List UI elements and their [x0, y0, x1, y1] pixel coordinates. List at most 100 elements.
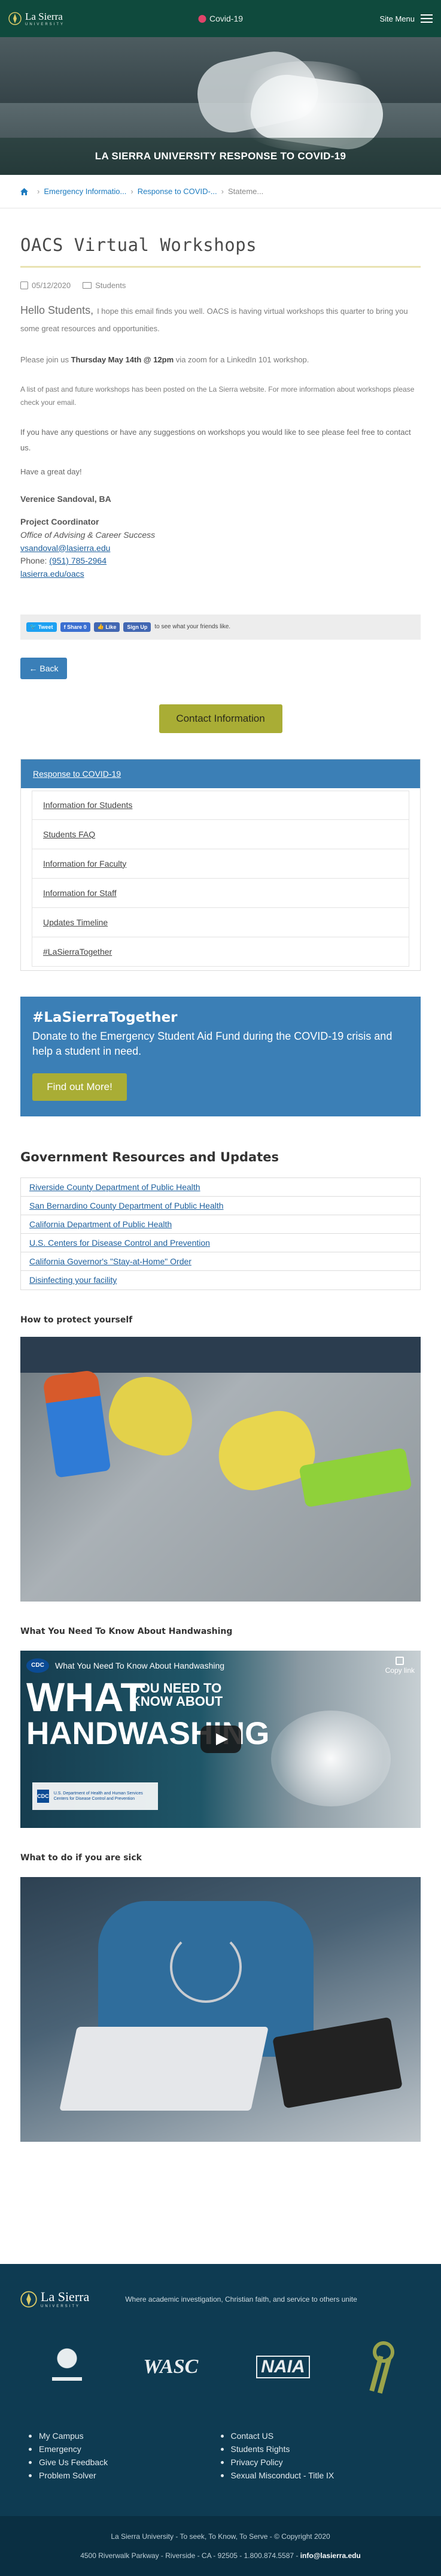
green-cloth: [299, 1447, 412, 1508]
back-button[interactable]: ← Back: [20, 657, 67, 679]
footer-logo-row: La Sierra UNIVERSITY Where academic inve…: [0, 2264, 441, 2308]
footer-links: My Campus Emergency Give Us Feedback Proble…: [0, 2429, 441, 2482]
tweet-button[interactable]: 🐦 Tweet: [26, 622, 57, 632]
post-date: 05/12/2020: [32, 281, 71, 290]
video-top-bar: CDC What You Need To Know About Handwash…: [26, 1656, 415, 1675]
contact-wrapper: Contact Information: [20, 704, 421, 733]
resources-list: Riverside County Department of Public He…: [20, 1177, 421, 1290]
copy-link-button[interactable]: Copy link: [385, 1656, 415, 1675]
laptop: [59, 2026, 269, 2111]
virus-icon: [197, 14, 206, 23]
side-nav-item[interactable]: #LaSierraTogether: [32, 937, 409, 967]
copyright: La Sierra University - To seek, To Know,…: [111, 2532, 330, 2541]
find-out-more-button[interactable]: Find out More!: [32, 1073, 127, 1101]
hamburger-icon: [421, 12, 433, 25]
footer-logo-sub: UNIVERSITY: [41, 2305, 81, 2308]
spray-bottle: [42, 1369, 111, 1478]
breadcrumb-separator: ›: [221, 187, 224, 196]
post-meta: 05/12/2020 Students: [20, 281, 421, 290]
video-title[interactable]: What You Need To Know About Handwashing: [55, 1661, 224, 1670]
resource-link[interactable]: Riverside County Department of Public He…: [21, 1178, 420, 1197]
side-nav-item[interactable]: Students FAQ: [32, 819, 409, 849]
resource-link[interactable]: Disinfecting your facility: [21, 1271, 420, 1289]
covid-label: Covid-19: [209, 14, 244, 23]
copy-icon: [396, 1656, 404, 1665]
site-footer: La Sierra UNIVERSITY Where academic inve…: [0, 2264, 441, 2576]
facebook-text: to see what your friends like.: [154, 623, 231, 631]
signer-role: Project Coordinator: [20, 517, 99, 527]
footer-link[interactable]: Privacy Policy: [221, 2456, 413, 2469]
home-icon[interactable]: [20, 187, 28, 195]
footer-links-right: Contact US Students Rights Privacy Policy S…: [221, 2429, 413, 2482]
wasc-logo: WASC: [143, 2356, 199, 2378]
logo-flame-icon: [20, 2291, 37, 2308]
top-bar: La Sierra UNIVERSITY Covid-19 Site Menu: [0, 0, 441, 37]
adventist-logo-icon: [49, 2345, 86, 2389]
covid-link[interactable]: Covid-19: [197, 14, 244, 23]
stethoscope: [170, 1930, 242, 2003]
logo-name: La Sierra: [25, 10, 63, 22]
footer-link[interactable]: Give Us Feedback: [29, 2456, 221, 2469]
sick-title: What to do if you are sick: [20, 1852, 142, 1863]
page-title: OACS Virtual Workshops: [20, 235, 257, 255]
resource-link[interactable]: U.S. Centers for Disease Control and Pre…: [21, 1234, 420, 1252]
breadcrumb-emergency[interactable]: Emergency Informatio...: [44, 187, 126, 196]
footer-link[interactable]: Emergency: [29, 2442, 221, 2456]
main-content: OACS Virtual Workshops 05/12/2020 Studen…: [0, 235, 441, 2142]
breadcrumb-response[interactable]: Response to COVID-...: [138, 187, 217, 196]
footer-link[interactable]: Sexual Misconduct - Title IX: [221, 2469, 413, 2482]
footer-link[interactable]: My Campus: [29, 2429, 221, 2442]
like-label: Like: [105, 623, 117, 630]
cdc-logo-icon: CDC: [37, 1789, 49, 1803]
signer-name: Verenice Sandoval, BA: [20, 494, 111, 504]
handwashing-video[interactable]: CDC What You Need To Know About Handwash…: [20, 1650, 421, 1828]
tweet-label: Tweet: [38, 623, 53, 630]
logo-sub: UNIVERSITY: [25, 22, 65, 26]
side-nav-item[interactable]: Information for Faculty: [32, 849, 409, 879]
side-nav-item[interactable]: Information for Staff: [32, 878, 409, 908]
phone-label: Phone:: [20, 556, 50, 566]
footer-address-row: 4500 Riverwalk Parkway - Riverside - CA …: [80, 2551, 361, 2560]
covid-side-nav: Response to COVID-19 Information for Stu…: [20, 758, 421, 971]
footer-email-link[interactable]: info@lasierra.edu: [300, 2551, 361, 2560]
footer-link[interactable]: Contact US: [221, 2429, 413, 2442]
footer-logo[interactable]: La Sierra UNIVERSITY: [20, 2290, 89, 2308]
footer-link[interactable]: Problem Solver: [29, 2469, 221, 2482]
title-divider: [20, 266, 421, 268]
join-date: Thursday May 14th @ 12pm: [71, 355, 174, 364]
site-menu-label: Site Menu: [379, 14, 415, 23]
breadcrumb-separator: ›: [37, 187, 40, 196]
play-button-icon[interactable]: [200, 1725, 241, 1753]
join-paragraph: Please join us Thursday May 14th @ 12pm …: [20, 352, 421, 368]
cdc-badge-text: U.S. Department of Health and Human Serv…: [53, 1791, 143, 1801]
share-label: Share 0: [67, 623, 87, 630]
copy-link-label: Copy link: [385, 1666, 415, 1675]
signer-phone-link[interactable]: (951) 785-2964: [49, 556, 107, 565]
facebook-signup-link[interactable]: Sign Up: [123, 622, 151, 632]
resource-link[interactable]: California Department of Public Health: [21, 1215, 420, 1234]
site-menu-button[interactable]: Site Menu: [379, 12, 433, 25]
signature-block: Project Coordinator Office of Advising &…: [20, 516, 421, 580]
folder-icon: [83, 282, 92, 289]
oacs-site-link[interactable]: lasierra.edu/oacs: [20, 569, 84, 579]
side-nav-item[interactable]: Information for Students: [32, 790, 409, 820]
side-nav-items: Information for Students Students FAQ Info…: [21, 788, 420, 970]
cdc-channel-icon[interactable]: CDC: [26, 1658, 49, 1673]
site-logo[interactable]: La Sierra UNIVERSITY: [8, 11, 65, 26]
side-nav-head-link[interactable]: Response to COVID-19: [21, 759, 420, 788]
resource-link[interactable]: San Bernardino County Department of Publ…: [21, 1197, 420, 1215]
contact-information-button[interactable]: Contact Information: [159, 704, 282, 733]
facebook-share-button[interactable]: f Share 0: [60, 622, 90, 632]
footer-bottom: La Sierra University - To seek, To Know,…: [0, 2516, 441, 2576]
footer-link[interactable]: Students Rights: [221, 2442, 413, 2456]
cdc-badge: CDC U.S. Department of Health and Human …: [32, 1782, 158, 1810]
hero-title: LA SIERRA UNIVERSITY RESPONSE TO COVID-1…: [95, 150, 346, 162]
facebook-like-button[interactable]: 👍 Like: [93, 622, 120, 632]
resource-link[interactable]: California Governor's "Stay-at-Home" Ord…: [21, 1252, 420, 1271]
signer-email-link[interactable]: vsandoval@lasierra.edu: [20, 543, 110, 553]
workshops-list-text: A list of past and future workshops has …: [20, 385, 415, 407]
video-need-text: YOU NEED TO KNOW ABOUT: [131, 1680, 223, 1709]
footer-tagline: Where academic investigation, Christian …: [125, 2295, 357, 2303]
side-nav-item[interactable]: Updates Timeline: [32, 907, 409, 937]
footer-links-left: My Campus Emergency Give Us Feedback Proble…: [29, 2429, 221, 2482]
